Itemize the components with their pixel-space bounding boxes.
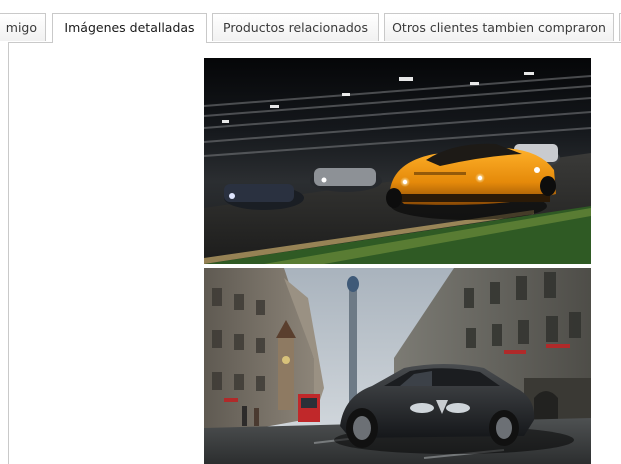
street-car-photo (204, 268, 591, 464)
race-car-image[interactable] (204, 58, 591, 264)
tab-imagenes-detalladas[interactable]: Imágenes detalladas (52, 13, 207, 43)
product-tabs-widget: migo Imágenes detalladas Productos relac… (0, 0, 621, 464)
tab-productos-relacionados[interactable]: Productos relacionados (212, 13, 379, 41)
tab-bar: migo Imágenes detalladas Productos relac… (0, 0, 621, 43)
race-car-photo (204, 58, 591, 264)
tab-otros-clientes[interactable]: Otros clientes tambien compraron (384, 13, 614, 41)
tab-recomendar-amigo[interactable]: migo (0, 13, 46, 41)
street-car-image[interactable] (204, 268, 591, 464)
